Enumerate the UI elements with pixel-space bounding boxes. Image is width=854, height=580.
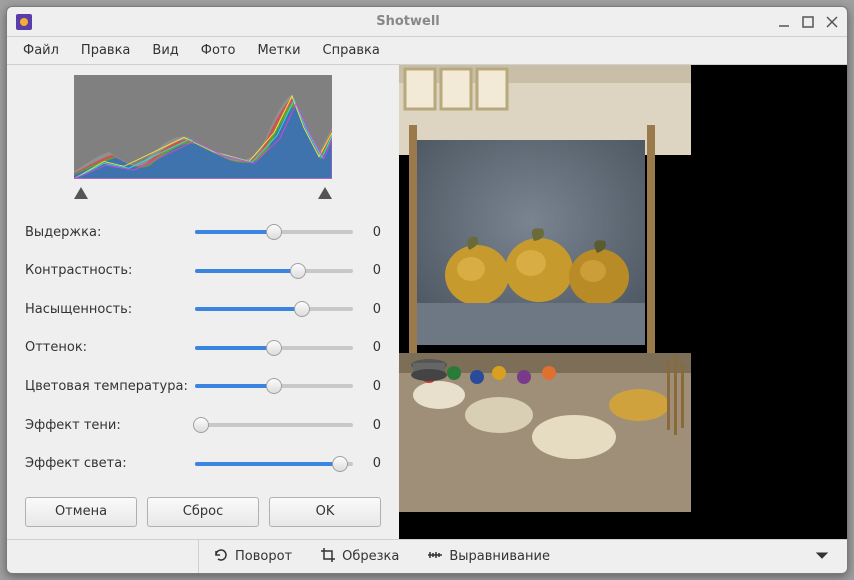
toolbar-overflow[interactable] [805, 548, 839, 566]
dialog-buttons: Отмена Сброс OK [25, 497, 381, 527]
slider-saturation: Насыщенность: 0 [25, 292, 381, 327]
adjustments-panel: Выдержка: 0 Контрастность: 0 Насыщен [7, 65, 399, 539]
close-button[interactable] [825, 15, 839, 29]
slider-value: 0 [361, 340, 381, 355]
menu-tags[interactable]: Метки [247, 39, 310, 62]
slider-value: 0 [361, 456, 381, 471]
slider-thumb[interactable] [266, 340, 282, 356]
maximize-button[interactable] [801, 15, 815, 29]
tool-rotate[interactable]: Поворот [199, 540, 306, 573]
image-preview-area [399, 65, 847, 539]
tool-crop[interactable]: Обрезка [306, 540, 413, 573]
slider-value: 0 [361, 263, 381, 278]
menu-edit[interactable]: Правка [71, 39, 140, 62]
menu-help[interactable]: Справка [313, 39, 390, 62]
app-window: Shotwell Файл Правка Вид Фото Метки Спра… [6, 6, 848, 574]
titlebar: Shotwell [7, 7, 847, 37]
slider-thumb[interactable] [193, 417, 209, 433]
slider-track[interactable] [195, 223, 353, 241]
crop-icon [320, 547, 336, 567]
app-icon [15, 13, 33, 31]
slider-label: Насыщенность: [25, 302, 195, 317]
slider-value: 0 [361, 418, 381, 433]
slider-value: 0 [361, 379, 381, 394]
photo-preview[interactable] [399, 65, 691, 539]
ok-button[interactable]: OK [269, 497, 381, 527]
tool-label: Обрезка [342, 549, 399, 564]
rotate-icon [213, 547, 229, 567]
tool-label: Выравнивание [449, 549, 550, 564]
menu-view[interactable]: Вид [142, 39, 188, 62]
minimize-button[interactable] [777, 15, 791, 29]
slider-thumb[interactable] [266, 224, 282, 240]
slider-value: 0 [361, 225, 381, 240]
window-title: Shotwell [39, 14, 777, 29]
straighten-icon [427, 547, 443, 567]
slider-track[interactable] [195, 262, 353, 280]
slider-thumb[interactable] [266, 378, 282, 394]
window-controls [777, 15, 839, 29]
histogram-white-point-handle[interactable] [318, 187, 332, 199]
slider-highlights: Эффект света: 0 [25, 446, 381, 481]
slider-label: Эффект тени: [25, 418, 195, 433]
slider-exposure: Выдержка: 0 [25, 215, 381, 250]
slider-label: Эффект света: [25, 456, 195, 471]
slider-track[interactable] [195, 300, 353, 318]
bottom-left-pad [15, 540, 199, 573]
histogram-handles [74, 187, 332, 199]
slider-track[interactable] [195, 339, 353, 357]
menubar: Файл Правка Вид Фото Метки Справка [7, 37, 847, 65]
slider-label: Выдержка: [25, 225, 195, 240]
slider-label: Цветовая температура: [25, 379, 195, 394]
slider-track[interactable] [195, 377, 353, 395]
cancel-button[interactable]: Отмена [25, 497, 137, 527]
menu-photo[interactable]: Фото [191, 39, 246, 62]
slider-thumb[interactable] [290, 263, 306, 279]
reset-button[interactable]: Сброс [147, 497, 259, 527]
slider-shadows: Эффект тени: 0 [25, 408, 381, 443]
histogram-black-point-handle[interactable] [74, 187, 88, 199]
menu-file[interactable]: Файл [13, 39, 69, 62]
slider-track[interactable] [195, 455, 353, 473]
slider-label: Оттенок: [25, 340, 195, 355]
content-area: Выдержка: 0 Контрастность: 0 Насыщен [7, 65, 847, 539]
tool-label: Поворот [235, 549, 292, 564]
slider-track[interactable] [195, 416, 353, 434]
slider-label: Контрастность: [25, 263, 195, 278]
bottom-toolbar: Поворот Обрезка Выравнивание [7, 539, 847, 573]
slider-value: 0 [361, 302, 381, 317]
slider-tint: Оттенок: 0 [25, 331, 381, 366]
slider-temperature: Цветовая температура: 0 [25, 369, 381, 404]
histogram [74, 75, 332, 179]
slider-contrast: Контрастность: 0 [25, 253, 381, 288]
slider-thumb[interactable] [332, 456, 348, 472]
tool-straighten[interactable]: Выравнивание [413, 540, 564, 573]
slider-thumb[interactable] [294, 301, 310, 317]
